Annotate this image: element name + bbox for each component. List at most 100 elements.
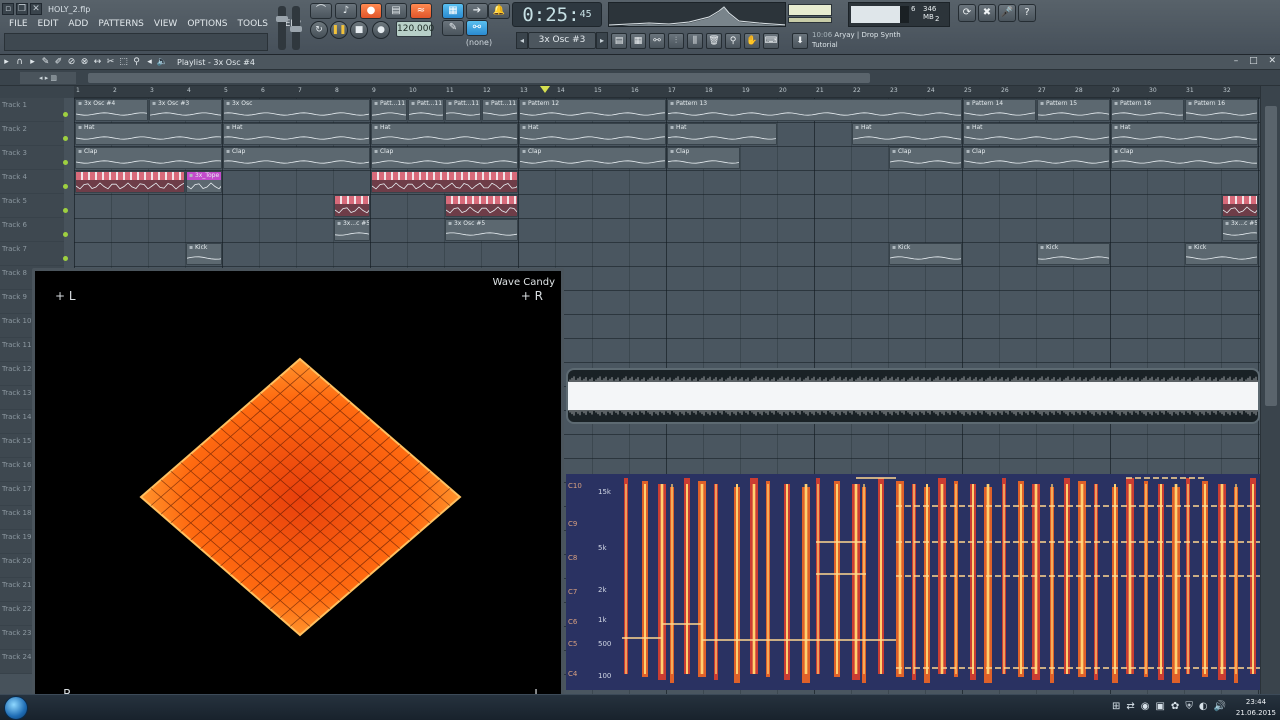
playlist-clip[interactable]: Hat (852, 123, 962, 145)
playlist-minimize-button[interactable]: – (1234, 56, 1239, 66)
blend-notes-button[interactable]: ≈ (410, 3, 432, 19)
pencil-button[interactable]: ✎ (442, 20, 464, 36)
playhead-marker[interactable] (540, 86, 550, 93)
track-header[interactable]: Track 2 (0, 122, 64, 146)
snap-button[interactable]: ▦ (442, 3, 464, 19)
mute-tool-icon[interactable]: ⊗ (78, 57, 91, 67)
menu-add[interactable]: ADD (63, 17, 93, 31)
playlist-zoom[interactable]: ◂ ▸ ▥ (20, 72, 76, 84)
zoom-tool-icon[interactable]: ⚲ (130, 57, 143, 67)
tempo-tap-button[interactable]: ⚲ (725, 33, 741, 49)
minimize-button[interactable]: ▫ (2, 3, 14, 15)
playlist-clip[interactable]: 3x Osc #4 (75, 99, 148, 121)
playlist-clip[interactable] (75, 171, 185, 193)
stop-button[interactable]: ■ (350, 21, 368, 39)
menu-patterns[interactable]: PATTERNS (93, 17, 149, 31)
slide-button[interactable]: ⚯ (466, 20, 488, 36)
playlist-clip[interactable]: Clap (889, 147, 962, 169)
menu-file[interactable]: FILE (4, 17, 33, 31)
track-mute-led[interactable] (63, 112, 68, 117)
track-mute-led[interactable] (63, 160, 68, 165)
record-button[interactable]: ● (372, 21, 390, 39)
playlist-ruler[interactable]: 1 2 3 4 5 6 7 8 9 10 11 12 13 14 15 16 17 18 19 20 21 22 23 24 2… (74, 86, 1268, 98)
fl-tray-icon[interactable]: ✿ (1171, 701, 1179, 712)
playlist-button[interactable]: ▤ (611, 33, 627, 49)
touch-controller-button[interactable]: ⌨ (763, 33, 779, 49)
playlist-scroll-thumb[interactable] (88, 73, 870, 83)
network-icon[interactable]: ⇄ (1126, 701, 1134, 712)
brush-tool-icon[interactable]: ✐ (52, 57, 65, 67)
playlist-clip[interactable] (371, 171, 518, 193)
metronome-button[interactable]: ♪ (335, 3, 357, 19)
steam-icon[interactable]: ◉ (1141, 701, 1150, 712)
mixer-button[interactable]: 🔔 (488, 3, 510, 19)
playlist-clip[interactable]: Clap (75, 147, 222, 169)
refresh-button[interactable]: ⟳ (958, 4, 976, 22)
playlist-clip[interactable]: Hat (223, 123, 370, 145)
slice-tool-icon[interactable]: ✂ (104, 57, 117, 67)
playlist-close-button[interactable]: ✕ (1268, 56, 1276, 66)
menu-tools[interactable]: TOOLS (233, 17, 273, 31)
track-mute-led[interactable] (63, 232, 68, 237)
volume-icon[interactable]: 🔊 (1214, 701, 1226, 712)
magnet-icon[interactable]: ∩ (13, 57, 26, 67)
playlist-clip[interactable]: Hat (963, 123, 1110, 145)
select-tool-icon[interactable]: ⬚ (117, 57, 130, 67)
step-arrow-button[interactable]: ➔ (466, 3, 488, 19)
playlist-clip[interactable]: Pattern 13 (667, 99, 962, 121)
playlist-maximize-button[interactable]: □ (1249, 56, 1258, 66)
playlist-clip[interactable]: Clap (223, 147, 370, 169)
channel-rack-button[interactable]: ⚯ (649, 33, 665, 49)
track-header[interactable]: Track 1 (0, 98, 64, 122)
app-tray-icon[interactable]: ▣ (1155, 701, 1164, 712)
download-button[interactable]: ⬇ (792, 33, 808, 49)
restore-button[interactable]: ❐ (16, 3, 28, 15)
track-header[interactable]: Track 4 (0, 170, 64, 194)
project-button[interactable]: ✋ (744, 33, 760, 49)
playlist-vertical-scroll[interactable] (1260, 86, 1280, 698)
record-mode-button[interactable]: ● (360, 3, 382, 19)
tempo-display[interactable]: 120.000 (396, 21, 434, 37)
mixer-view-button[interactable]: ⫶ (668, 33, 684, 49)
chat-icon[interactable]: ◐ (1199, 701, 1208, 712)
browser-button[interactable]: ⫼ (687, 33, 703, 49)
mic-button[interactable]: 🎤 (998, 4, 1016, 22)
playlist-clip[interactable]: Pattern 16 (1111, 99, 1184, 121)
track-mute-led[interactable] (63, 256, 68, 261)
track-mute-led[interactable] (63, 136, 68, 141)
track-mute-led[interactable] (63, 208, 68, 213)
master-volume-slider[interactable] (276, 6, 288, 50)
playlist-clip[interactable]: Patt...11 (445, 99, 481, 121)
playlist-clip[interactable] (1222, 195, 1258, 217)
playlist-vscroll-thumb[interactable] (1265, 106, 1277, 406)
playlist-clip[interactable]: Kick (1037, 243, 1110, 265)
playlist-clip[interactable]: Kick (1185, 243, 1258, 265)
playlist-clip[interactable] (334, 195, 370, 217)
playlist-clip[interactable]: Clap (519, 147, 666, 169)
playlist-clip[interactable]: Hat (519, 123, 666, 145)
playlist-clip[interactable]: 3x...c #5 (1222, 219, 1258, 241)
playlist-clip[interactable]: Clap (1111, 147, 1258, 169)
menu-view[interactable]: VIEW (149, 17, 182, 31)
loop-mode-button[interactable]: ↻ (310, 21, 328, 39)
windows-flag-icon[interactable]: ⊞ (1112, 701, 1120, 712)
play-pause-button[interactable]: ❚❚ (330, 21, 348, 39)
playlist-clip[interactable]: Hat (667, 123, 777, 145)
playlist-horizontal-scroll[interactable]: ◂ ▸ ▥ (0, 70, 1280, 86)
playlist-clip[interactable]: Kick (889, 243, 962, 265)
menu-edit[interactable]: EDIT (33, 17, 64, 31)
piano-roll-button[interactable]: ▦ (630, 33, 646, 49)
playlist-clip[interactable]: 3x Osc #5 (445, 219, 518, 241)
playlist-clip[interactable]: Kick (186, 243, 222, 265)
song-time-display[interactable]: 0:25:45 (512, 2, 602, 27)
track-mute-led[interactable] (63, 184, 68, 189)
arrow-small-icon[interactable]: ▸ (26, 57, 39, 67)
playlist-clip[interactable]: Hat (1111, 123, 1258, 145)
pencil-tool-icon[interactable]: ✎ (39, 57, 52, 67)
playlist-clip[interactable]: Clap (963, 147, 1110, 169)
track-header[interactable]: Track 5 (0, 194, 64, 218)
speaker-icon[interactable]: 🔈 (156, 57, 169, 67)
pattern-selector[interactable]: 3x Osc #3 (528, 32, 596, 49)
playlist-clip[interactable]: Pattern 14 (963, 99, 1036, 121)
close-button[interactable]: ✕ (30, 3, 42, 15)
